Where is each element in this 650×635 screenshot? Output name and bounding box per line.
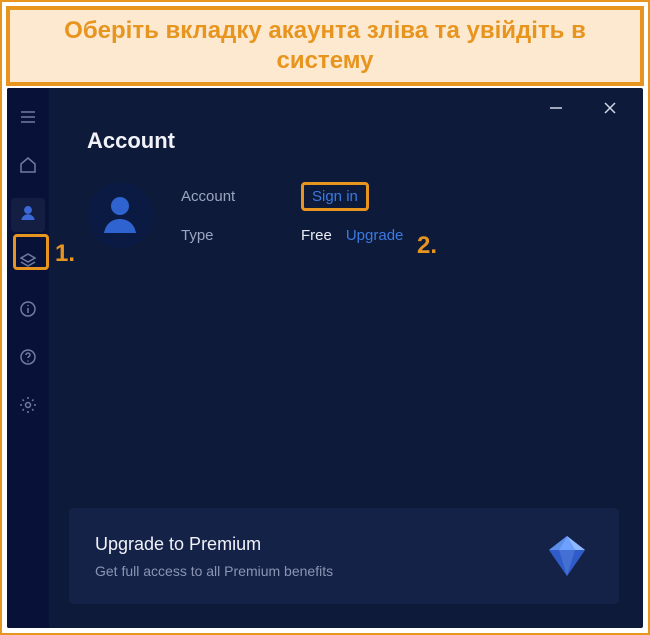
signin-link[interactable]: Sign in [312, 188, 358, 205]
account-info-row: Account Sign in Type Free Upgrade [87, 182, 605, 248]
person-icon [18, 203, 38, 228]
diamond-icon [541, 530, 593, 582]
gear-icon [18, 395, 38, 420]
avatar-icon [96, 189, 144, 242]
type-value: Free [301, 227, 332, 244]
upgrade-link[interactable]: Upgrade [346, 227, 404, 244]
type-label: Type [181, 227, 301, 244]
sidebar-item-menu[interactable] [11, 102, 45, 136]
upgrade-subtitle: Get full access to all Premium benefits [95, 563, 333, 579]
sidebar-item-layers[interactable] [11, 246, 45, 280]
sidebar-item-home[interactable] [11, 150, 45, 184]
menu-icon [18, 107, 38, 132]
sidebar-item-account[interactable] [11, 198, 45, 232]
callout-2: 2. [417, 232, 437, 260]
account-label: Account [181, 188, 301, 205]
sidebar-item-info[interactable] [11, 294, 45, 328]
callout-1: 1. [55, 240, 75, 268]
sidebar [7, 88, 49, 628]
avatar [87, 182, 153, 248]
info-icon [18, 299, 38, 324]
sidebar-item-settings[interactable] [11, 390, 45, 424]
upgrade-card[interactable]: Upgrade to Premium Get full access to al… [69, 508, 619, 604]
app-window: Account Account Sign in Type [7, 88, 643, 628]
layers-icon [18, 251, 38, 276]
help-icon [18, 347, 38, 372]
instruction-banner: Оберіть вкладку акаунта зліва та увійдіт… [6, 6, 644, 86]
signin-highlight: Sign in [301, 182, 369, 211]
page-title: Account [87, 128, 605, 154]
upgrade-title: Upgrade to Premium [95, 534, 333, 555]
home-icon [18, 155, 38, 180]
sidebar-item-help[interactable] [11, 342, 45, 376]
